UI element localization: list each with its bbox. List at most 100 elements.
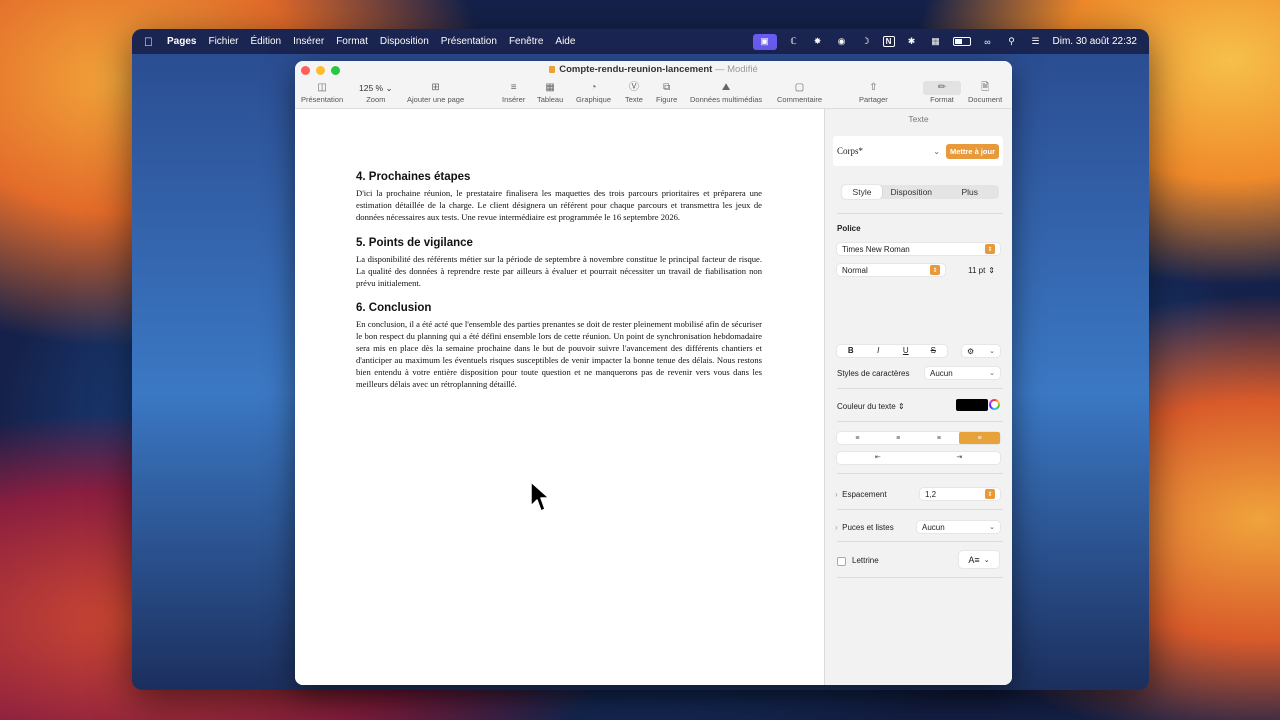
increase-indent-icon[interactable]: ⇥ <box>919 452 1001 464</box>
font-weight-select[interactable]: Normal ⇕ <box>837 264 945 276</box>
share-tool[interactable]: ⇧ Partager <box>859 81 888 104</box>
section-heading[interactable]: 6. Conclusion <box>356 302 762 314</box>
text-tool[interactable]: Ⓥ Texte <box>625 81 643 104</box>
script-icon[interactable]: ℂ <box>787 36 801 48</box>
mouse-cursor-icon <box>530 481 550 512</box>
table-tool[interactable]: ▦ Tableau <box>537 81 563 104</box>
control-center-icon[interactable]: ☰ <box>1029 36 1043 48</box>
text-color-label[interactable]: Couleur du texte ⇕ <box>837 402 905 411</box>
document-body[interactable]: 4. Prochaines étapes D'ici la prochaine … <box>356 171 762 404</box>
media-tool[interactable]: ⛰ Données multimédias <box>690 81 762 104</box>
zoom-value-text: 125 % <box>359 83 384 93</box>
share-label: Partager <box>859 95 888 104</box>
document-tool[interactable]: 🗎 Document <box>968 81 1002 104</box>
comment-icon: ▢ <box>794 82 805 93</box>
add-page-tool[interactable]: ⊞ Ajouter une page <box>407 81 464 104</box>
tab-disposition[interactable]: Disposition <box>882 185 941 199</box>
italic-button[interactable]: I <box>865 345 893 357</box>
char-styles-select[interactable]: Aucun ⌄ <box>925 367 1000 379</box>
apple-menu-icon[interactable]:  <box>144 35 153 49</box>
siri-icon[interactable]: ◉ <box>835 36 849 48</box>
format-tool[interactable]: ✏ Format <box>923 81 961 104</box>
shape-tool[interactable]: ⧉ Figure <box>656 81 677 104</box>
bullets-section-toggle[interactable]: › Puces et listes <box>835 523 894 532</box>
zoom-value: 125 % ⌄ <box>359 81 393 95</box>
text-color-label-text: Couleur du texte <box>837 402 896 411</box>
color-wheel-icon[interactable] <box>989 399 1000 410</box>
chevron-down-icon: ⌄ <box>933 146 940 156</box>
comment-tool[interactable]: ▢ Commentaire <box>777 81 822 104</box>
format-label: Format <box>930 95 954 104</box>
dropcap-style-selector[interactable]: A≡ ⌄ <box>959 551 999 568</box>
align-left-icon[interactable]: ≡ <box>837 432 878 444</box>
align-justify-icon[interactable]: ≡ <box>959 432 1000 444</box>
add-page-label: Ajouter une page <box>407 95 465 104</box>
align-center-icon[interactable]: ≡ <box>878 432 919 444</box>
notion-icon[interactable]: N <box>882 36 895 47</box>
document-title[interactable]: Compte-rendu-reunion-lancement — Modifié <box>295 64 1012 75</box>
keyboard-icon[interactable]: ▦ <box>929 36 943 48</box>
menu-aide[interactable]: Aide <box>555 36 575 47</box>
search-icon[interactable]: ⚲ <box>1005 36 1019 48</box>
chevron-down-icon: ⌄ <box>983 556 990 564</box>
spacing-section-toggle[interactable]: › Espacement <box>835 490 887 499</box>
chevron-down-icon: ⌄ <box>989 348 995 355</box>
font-family-select[interactable]: Times New Roman ⇕ <box>837 243 1000 255</box>
chart-label: Graphique <box>576 95 612 104</box>
section-paragraph[interactable]: En conclusion, il a été acté que l'ensem… <box>356 319 762 390</box>
section-paragraph[interactable]: D'ici la prochaine réunion, le prestatai… <box>356 188 762 224</box>
underline-button[interactable]: U <box>892 345 920 357</box>
bullets-select[interactable]: Aucun ⌄ <box>917 521 1000 533</box>
menu-fenetre[interactable]: Fenêtre <box>509 36 543 47</box>
text-label: Texte <box>625 95 643 104</box>
insert-tool[interactable]: ≡ Insérer <box>502 81 525 104</box>
section-heading[interactable]: 4. Prochaines étapes <box>356 171 762 183</box>
link-icon[interactable]: ∞ <box>981 36 995 48</box>
presentation-tool[interactable]: ◫ Présentation <box>301 81 343 104</box>
stepper-arrows-icon[interactable]: ⇕ <box>988 266 995 275</box>
updown-arrows-icon: ⇕ <box>897 402 905 411</box>
chart-tool[interactable]: ◔ Graphique <box>576 81 611 104</box>
align-right-icon[interactable]: ≡ <box>919 432 960 444</box>
char-styles-label: Styles de caractères <box>837 369 910 378</box>
brightness-icon[interactable]: ✸ <box>811 36 825 48</box>
font-family-value: Times New Roman <box>842 244 910 254</box>
document-canvas[interactable]: 4. Prochaines étapes D'ici la prochaine … <box>295 109 824 685</box>
text-color-well[interactable] <box>956 399 988 411</box>
paragraph-style-selector[interactable]: Corps* ⌄ Mettre à jour <box>833 136 1003 166</box>
section-divider <box>837 421 1003 422</box>
menu-fichier[interactable]: Fichier <box>208 36 238 47</box>
update-style-button[interactable]: Mettre à jour <box>945 143 999 159</box>
menu-disposition[interactable]: Disposition <box>380 36 429 47</box>
dropcap-checkbox[interactable] <box>837 557 846 566</box>
section-paragraph[interactable]: La disponibilité des référents métier su… <box>356 254 762 290</box>
spacing-select[interactable]: 1,2 ⇕ <box>920 488 1000 500</box>
chevron-down-icon: ⌄ <box>989 370 995 377</box>
text-options-button[interactable]: ⚙ ⌄ <box>962 345 1000 357</box>
section-heading[interactable]: 5. Points de vigilance <box>356 237 762 249</box>
disclosure-chevron-icon: › <box>835 490 838 499</box>
bold-button[interactable]: B <box>837 345 865 357</box>
bullets-value: Aucun <box>922 522 945 532</box>
battery-icon[interactable] <box>952 37 971 46</box>
menubar-clock[interactable]: Dim. 30 août 22:32 <box>1053 36 1138 47</box>
document-status: — Modifié <box>714 64 758 75</box>
menu-app-name[interactable]: Pages <box>167 36 196 47</box>
menu-edition[interactable]: Édition <box>250 36 281 47</box>
sidebar-icon: ◫ <box>317 82 327 93</box>
screen-mirroring-icon[interactable]: ▣ <box>752 33 777 50</box>
menu-presentation[interactable]: Présentation <box>441 36 497 47</box>
status-area: ▣ ℂ ✸ ◉ ☽ N ✱ ▦ ∞ ⚲ ☰ Dim. 30 août 22:32 <box>752 33 1138 50</box>
menu-format[interactable]: Format <box>336 36 368 47</box>
moon-icon[interactable]: ☽ <box>859 36 873 48</box>
strikethrough-button[interactable]: S <box>920 345 948 357</box>
bluetooth-icon[interactable]: ✱ <box>905 36 919 48</box>
decrease-indent-icon[interactable]: ⇤ <box>837 452 919 464</box>
gear-icon: ⚙ <box>967 346 975 356</box>
font-size-stepper[interactable]: 11 pt ⇕ <box>957 264 1000 276</box>
tab-style[interactable]: Style <box>842 185 882 199</box>
tab-plus[interactable]: Plus <box>941 185 1000 199</box>
menu-inserer[interactable]: Insérer <box>293 36 324 47</box>
zoom-tool[interactable]: 125 % ⌄ Zoom <box>359 81 393 104</box>
shape-icon: ⧉ <box>663 82 671 93</box>
